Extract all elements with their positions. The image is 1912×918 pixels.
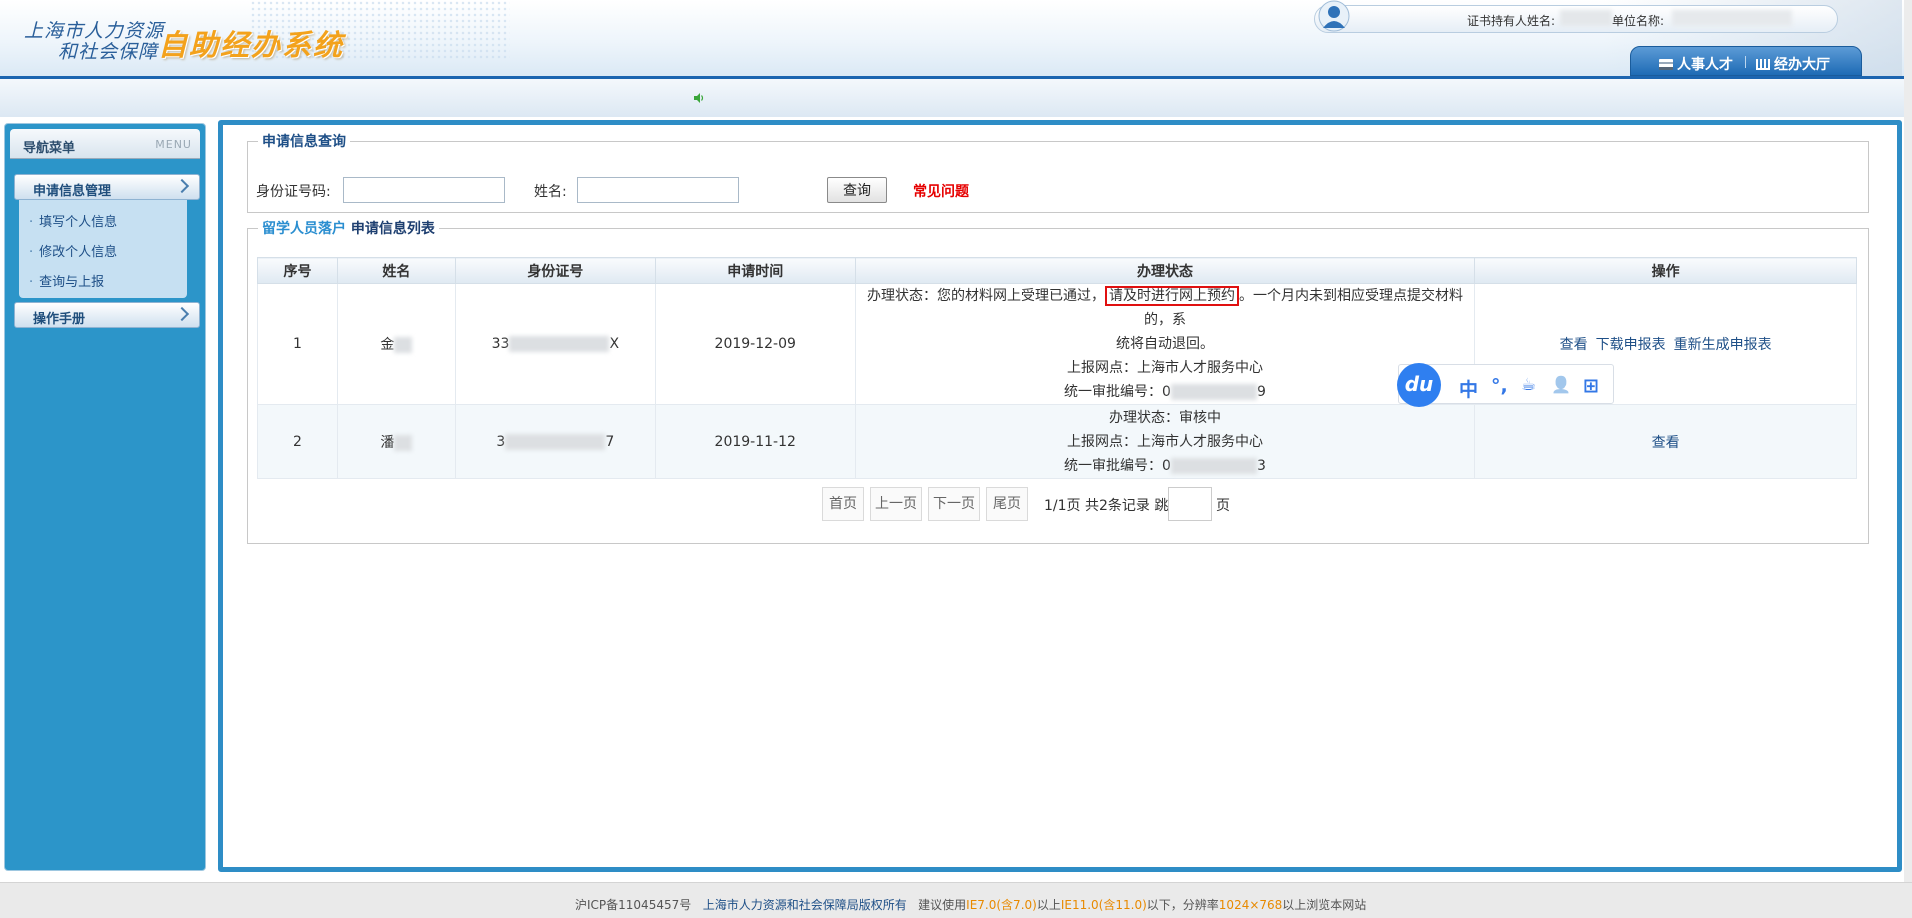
ime-account-icon[interactable]: 👤 [1551, 375, 1571, 394]
table-row: 1 金 33 X 2019-12-09 办理状态：您的材料网上受理已通过， 请及时进… [257, 283, 1857, 405]
chevron-right-icon [174, 306, 190, 322]
cell-id: 33 X [454, 283, 656, 405]
page-scrollbar[interactable] [1904, 0, 1912, 882]
report-site: 上报网点：上海市人才服务中心 [1066, 433, 1263, 450]
faq-link[interactable]: 常见问题 [913, 181, 969, 201]
cell-name: 金 [336, 283, 456, 405]
application-table: 序号 姓名 身份证号 申请时间 办理状态 操作 1 金 33 X 2019-12-… [257, 257, 1857, 479]
cell-id: 37 [454, 404, 656, 479]
masked-text [505, 433, 606, 450]
cell-index: 1 [257, 283, 338, 405]
name-label: 姓名: [534, 184, 567, 200]
chevron-right-icon [174, 178, 190, 194]
masked-text [1170, 457, 1257, 474]
cell-date: 2019-12-09 [654, 283, 856, 405]
approval-number: 统一审批编号：0 3 [1064, 457, 1266, 474]
query-button[interactable]: 查询 [827, 177, 887, 203]
cell-name: 潘 [336, 404, 456, 479]
col-header-status: 办理状态 [854, 257, 1476, 284]
building-icon [1756, 59, 1770, 70]
cert-holder-label: 证书持有人姓名: [1467, 14, 1556, 28]
cert-holder-value-masked [1560, 10, 1612, 26]
status-text: 办理状态：审核中 [1108, 409, 1221, 426]
cell-index: 2 [257, 404, 338, 479]
ime-punctuation-icon[interactable]: °, [1491, 375, 1508, 397]
col-header-date: 申请时间 [654, 257, 856, 284]
ime-menu-grid-icon[interactable]: ⊞ [1583, 375, 1599, 397]
first-page-button[interactable]: 首页 [822, 487, 864, 521]
icp-number[interactable]: 沪ICP备11045457号 [575, 898, 691, 912]
list-legend: 留学人员落户 申请信息列表 [258, 218, 439, 238]
last-page-button[interactable]: 尾页 [986, 487, 1028, 521]
user-avatar-icon [1318, 0, 1350, 32]
sidebar-section-application-management[interactable]: 申请信息管理 [14, 174, 200, 200]
id-card-icon [1659, 59, 1673, 70]
prev-page-button[interactable]: 上一页 [870, 487, 922, 521]
id-number-input[interactable] [343, 177, 505, 203]
list-fieldset: 留学人员落户 申请信息列表 序号 姓名 身份证号 申请时间 办理状态 操作 1 [247, 218, 1869, 544]
query-legend: 申请信息查询 [262, 134, 346, 150]
sidebar-title: 导航菜单 [23, 141, 76, 156]
sidebar-item-edit-info[interactable]: 修改个人信息 [29, 241, 117, 260]
notice-bar [0, 79, 1912, 117]
logo-line-2: 和社会保障 [58, 41, 159, 63]
masked-text [394, 337, 413, 353]
sidebar-item-query-report[interactable]: 查询与上报 [29, 271, 104, 290]
jump-page-input[interactable] [1168, 487, 1212, 521]
query-fieldset: 申请信息查询 身份证号码: 姓名: 查询 常见问题 [247, 131, 1869, 213]
status-text-cont: 统将自动退回。 [1115, 336, 1214, 352]
copyright-text: 上海市人力资源和社会保障局版权所有 [702, 898, 907, 912]
name-input[interactable] [577, 177, 739, 203]
col-header-actions: 操作 [1474, 257, 1857, 284]
tab-personnel-talent[interactable]: 人事人才 [1659, 54, 1733, 74]
sidebar-header: 导航菜单 MENU [10, 129, 200, 159]
baidu-ime-logo-icon[interactable]: du [1397, 363, 1441, 407]
unit-name-label: 单位名称: [1612, 14, 1665, 28]
list-legend-category[interactable]: 留学人员落户 [262, 221, 346, 237]
masked-text [394, 434, 413, 451]
unit-name-value-masked [1672, 10, 1792, 26]
masked-text [1170, 384, 1257, 400]
footer-text: 沪ICP备11045457号 上海市人力资源和社会保障局版权所有 建议使用IE7… [575, 898, 1367, 912]
id-number-label: 身份证号码: [256, 184, 331, 200]
sidebar-section-manual[interactable]: 操作手册 [14, 302, 200, 328]
top-tabs: 人事人才 经办大厅 [1630, 46, 1862, 76]
sidebar-title-en: MENU [155, 138, 192, 151]
masked-text [509, 336, 610, 352]
table-row: 2 潘 37 2019-11-12 办理状态：审核中 上报网点：上海市人才服务中… [257, 404, 1857, 479]
speaker-icon [694, 93, 704, 103]
tab-service-hall[interactable]: 经办大厅 [1756, 54, 1830, 74]
main-panel: 申请信息查询 身份证号码: 姓名: 查询 常见问题 留学人员落户 申请信息列表 … [218, 120, 1902, 872]
download-form-link[interactable]: 下载申报表 [1596, 337, 1666, 353]
logo-system-title: 自助经办系统 [158, 28, 345, 62]
ime-skin-icon[interactable]: ☕ [1521, 375, 1536, 395]
page-suffix: 页 [1216, 498, 1230, 514]
list-legend-title: 申请信息列表 [350, 221, 435, 237]
approval-number: 统一审批编号：0 9 [1064, 384, 1266, 400]
col-header-index: 序号 [257, 257, 338, 284]
cell-date: 2019-11-12 [654, 404, 856, 479]
status-highlight: 请及时进行网上预约 [1104, 286, 1239, 306]
footer: 沪ICP备11045457号 上海市人力资源和社会保障局版权所有 建议使用IE7… [0, 882, 1912, 918]
table-header-row: 序号 姓名 身份证号 申请时间 办理状态 操作 [257, 257, 1857, 284]
view-link[interactable]: 查看 [1652, 435, 1680, 451]
sidebar-item-fill-info[interactable]: 填写个人信息 [29, 211, 117, 230]
cell-status: 办理状态：您的材料网上受理已通过， 请及时进行网上预约 。一个月内未到相应受理点提交… [854, 283, 1476, 405]
view-link[interactable]: 查看 [1560, 337, 1588, 353]
col-header-id: 身份证号 [454, 257, 656, 284]
cell-status: 办理状态：审核中 上报网点：上海市人才服务中心 统一审批编号：0 3 [854, 404, 1476, 479]
regenerate-form-link[interactable]: 重新生成申报表 [1674, 337, 1772, 353]
col-header-name: 姓名 [336, 257, 456, 284]
tab-divider [1745, 56, 1746, 68]
ime-toolbar[interactable]: du 中 °, ☕ 👤 ⊞ [1397, 363, 1614, 407]
next-page-button[interactable]: 下一页 [928, 487, 980, 521]
status-text: 办理状态：您的材料网上受理已通过， 请及时进行网上预约 。一个月内未到相应受理点提交… [866, 286, 1463, 328]
ime-chinese-mode-icon[interactable]: 中 [1459, 375, 1478, 402]
report-site: 上报网点：上海市人才服务中心 [1066, 360, 1263, 376]
cell-actions: 查看 [1474, 404, 1857, 479]
sidebar-submenu: 填写个人信息 修改个人信息 查询与上报 [19, 200, 187, 298]
